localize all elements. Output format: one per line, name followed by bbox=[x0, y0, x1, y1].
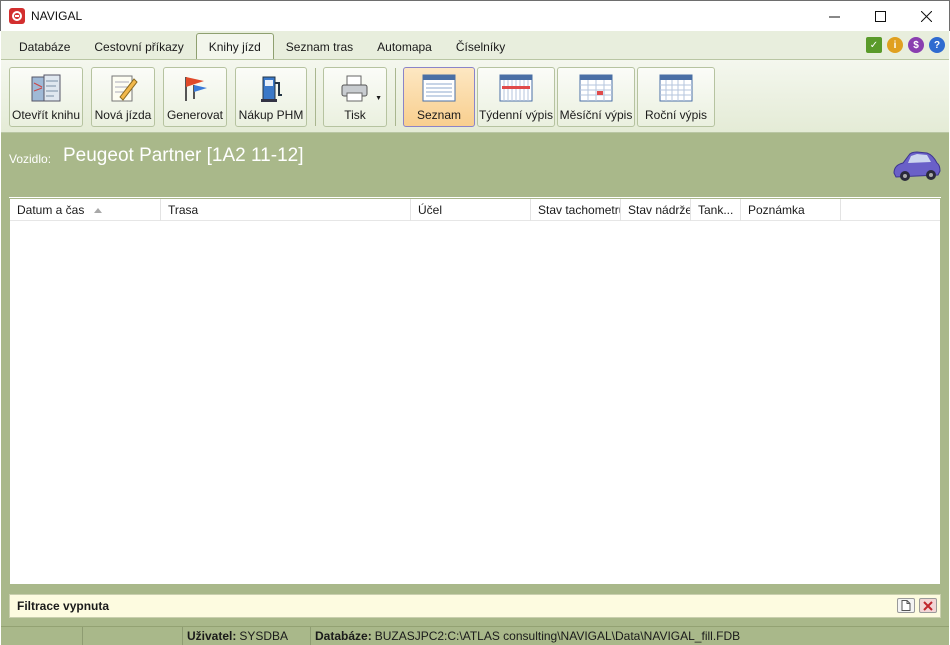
sort-ascending-icon bbox=[94, 208, 103, 214]
open-book-button[interactable]: Otevřít knihu bbox=[9, 67, 83, 127]
column-header-datum[interactable]: Datum a čas bbox=[10, 199, 161, 221]
ribbon-separator bbox=[395, 68, 396, 126]
new-ride-button[interactable]: Nová jízda bbox=[91, 67, 155, 127]
frame-border bbox=[1, 197, 9, 626]
generate-label: Generovat bbox=[166, 108, 224, 122]
rides-table[interactable]: Datum a čas Trasa Účel Stav tachometru S… bbox=[9, 198, 941, 585]
status-bar: Uživatel: SYSDBA Databáze: BUZASJPC2:C:\AT… bbox=[1, 626, 949, 645]
maximize-button[interactable] bbox=[857, 1, 903, 31]
tab-cestovni-prikazy[interactable]: Cestovní příkazy bbox=[82, 35, 195, 59]
status-cell-empty bbox=[1, 626, 83, 645]
table-header: Datum a čas Trasa Účel Stav tachometru S… bbox=[10, 199, 940, 221]
info-icon[interactable]: i bbox=[887, 37, 903, 53]
column-header-poznamka[interactable]: Poznámka bbox=[741, 199, 841, 221]
view-monthly-button[interactable]: Měsíční výpis bbox=[557, 67, 635, 127]
column-header-stav-tachometru[interactable]: Stav tachometru bbox=[531, 199, 621, 221]
view-list-button[interactable]: Seznam bbox=[403, 67, 475, 127]
generate-button[interactable]: Generovat bbox=[163, 67, 227, 127]
clear-x-icon bbox=[923, 600, 933, 611]
column-header-ucel[interactable]: Účel bbox=[411, 199, 531, 221]
view-monthly-label: Měsíční výpis bbox=[559, 108, 633, 122]
fuel-pump-icon bbox=[257, 71, 285, 105]
column-header-trasa[interactable]: Trasa bbox=[161, 199, 411, 221]
edit-check-icon[interactable]: ✓ bbox=[866, 37, 882, 53]
view-weekly-button[interactable]: Týdenní výpis bbox=[477, 67, 555, 127]
ribbon-separator bbox=[315, 68, 316, 126]
tab-automapa[interactable]: Automapa bbox=[365, 35, 444, 59]
maximize-icon bbox=[874, 10, 886, 22]
frame-border bbox=[1, 618, 949, 626]
document-icon bbox=[901, 600, 911, 611]
week-calendar-icon bbox=[499, 71, 533, 105]
frame-border bbox=[941, 197, 949, 626]
fuel-purchase-button[interactable]: Nákup PHM bbox=[235, 67, 307, 127]
vehicle-label: Vozidlo: bbox=[9, 152, 52, 166]
status-user: Uživatel: SYSDBA bbox=[183, 626, 311, 645]
tab-ciselniky[interactable]: Číselníky bbox=[444, 35, 517, 59]
close-icon bbox=[920, 10, 932, 22]
column-header-stav-nadrze[interactable]: Stav nádrže bbox=[621, 199, 691, 221]
close-button[interactable] bbox=[903, 1, 949, 31]
notepad-pencil-icon bbox=[108, 71, 138, 105]
filter-clear-button[interactable] bbox=[919, 598, 937, 613]
month-calendar-icon bbox=[579, 71, 613, 105]
filter-edit-button[interactable] bbox=[897, 598, 915, 613]
tab-knihy-jizd[interactable]: Knihy jízd bbox=[195, 33, 274, 59]
filter-status: Filtrace vypnuta bbox=[17, 599, 110, 613]
tab-databaze[interactable]: Databáze bbox=[7, 35, 82, 59]
car-icon bbox=[893, 151, 941, 181]
support-icon[interactable]: $ bbox=[908, 37, 924, 53]
list-view-icon bbox=[422, 71, 456, 105]
view-yearly-button[interactable]: Roční výpis bbox=[637, 67, 715, 127]
year-calendar-icon bbox=[659, 71, 693, 105]
minimize-icon bbox=[828, 16, 840, 17]
column-header-tank[interactable]: Tank... bbox=[691, 199, 741, 221]
fuel-purchase-label: Nákup PHM bbox=[238, 108, 304, 122]
chevron-down-icon[interactable]: ▼ bbox=[375, 95, 382, 102]
filter-bar: Filtrace vypnuta bbox=[9, 594, 941, 618]
map-book-icon bbox=[30, 71, 62, 105]
view-weekly-label: Týdenní výpis bbox=[478, 108, 554, 122]
minimize-button[interactable] bbox=[811, 1, 857, 31]
tab-seznam-tras[interactable]: Seznam tras bbox=[274, 35, 365, 59]
help-icon[interactable]: ? bbox=[929, 37, 945, 53]
title-bar: NAVIGAL bbox=[0, 0, 950, 31]
print-button[interactable]: Tisk ▼ bbox=[323, 67, 387, 127]
vehicle-header: Vozidlo: Peugeot Partner [1A2 11-12] bbox=[1, 133, 949, 197]
frame-border bbox=[1, 585, 949, 594]
view-yearly-label: Roční výpis bbox=[644, 108, 708, 122]
open-book-label: Otevřít knihu bbox=[11, 108, 81, 122]
view-list-label: Seznam bbox=[416, 108, 462, 122]
ribbon-toolbar: Otevřít knihu Nová jízda Generovat Nákup… bbox=[1, 59, 949, 133]
print-label: Tisk bbox=[344, 108, 366, 122]
status-cell-empty bbox=[83, 626, 183, 645]
app-steering-wheel-icon[interactable] bbox=[9, 8, 25, 24]
window-title: NAVIGAL bbox=[31, 9, 83, 23]
vehicle-name: Peugeot Partner [1A2 11-12] bbox=[63, 145, 304, 166]
printer-icon bbox=[339, 71, 371, 105]
new-ride-label: Nová jízda bbox=[94, 108, 152, 122]
flags-icon bbox=[180, 71, 210, 105]
status-database: Databáze: BUZASJPC2:C:\ATLAS consulting\N… bbox=[315, 629, 741, 643]
menu-tabs: Databáze Cestovní příkazy Knihy jízd Sez… bbox=[1, 31, 949, 59]
